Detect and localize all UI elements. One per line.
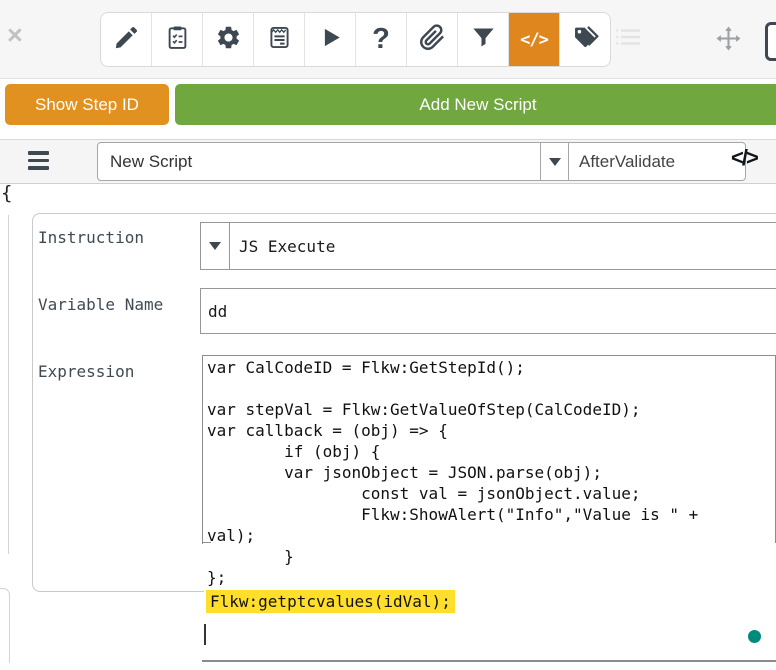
checklist-clipboard-icon [164, 24, 191, 56]
checklist-button[interactable] [152, 13, 203, 66]
tags-icon [572, 24, 599, 56]
variable-name-label: Variable Name [38, 295, 163, 314]
window-icon[interactable] [765, 22, 776, 61]
filter-icon [470, 24, 497, 56]
form-button[interactable] [254, 13, 305, 66]
gear-icon [215, 24, 242, 56]
paperclip-icon [419, 24, 446, 56]
code-view-toggle[interactable]: </> [731, 145, 757, 171]
filter-button[interactable] [458, 13, 509, 66]
expression-code[interactable]: var CalCodeID = Flkw:GetStepId(); var st… [207, 357, 698, 588]
text-cursor [204, 624, 206, 645]
menu-icon[interactable] [28, 151, 49, 174]
list-icon [615, 35, 641, 52]
next-section-border [202, 660, 776, 662]
instruction-label: Instruction [38, 228, 144, 247]
add-new-script-button[interactable]: Add New Script [175, 84, 776, 125]
settings-button[interactable] [203, 13, 254, 66]
help-button[interactable]: ? [356, 13, 407, 66]
show-step-id-button[interactable]: Show Step ID [5, 84, 169, 125]
attachment-button[interactable] [407, 13, 458, 66]
list-handle-button[interactable] [615, 26, 641, 53]
edit-button[interactable] [101, 13, 152, 66]
variable-name-input[interactable] [200, 288, 776, 334]
expression-label: Expression [38, 362, 134, 381]
instruction-value: JS Execute [230, 223, 335, 269]
play-icon [317, 24, 344, 56]
code-icon: </> [520, 30, 548, 50]
highlighted-code-text: Flkw:getptcvalues(idVal); [206, 590, 455, 613]
script-editor-window: × [0, 0, 776, 670]
tree-guide-corner [0, 588, 10, 663]
toolbar-icon-group: ? </> [100, 12, 611, 67]
chevron-down-icon [549, 158, 561, 166]
script-name-control: AfterValidate [97, 142, 746, 181]
instruction-dropdown-button[interactable] [201, 223, 230, 269]
tags-button[interactable] [560, 13, 610, 66]
pencil-icon [113, 24, 140, 56]
run-button[interactable] [305, 13, 356, 66]
instruction-dropdown[interactable]: JS Execute [200, 222, 776, 270]
chevron-down-icon [209, 242, 221, 250]
move-arrows-icon [716, 38, 741, 55]
code-button[interactable]: </> [509, 13, 560, 66]
question-mark-icon: ? [372, 23, 390, 56]
form-document-icon [266, 24, 293, 56]
json-open-brace: { [1, 182, 12, 204]
highlighted-code-line: Flkw:getptcvalues(idVal); [206, 590, 455, 613]
status-dot [748, 630, 761, 643]
move-handle[interactable] [716, 26, 741, 56]
tree-guide-line [8, 215, 9, 554]
event-dropdown-button[interactable] [540, 143, 568, 180]
close-icon[interactable]: × [7, 22, 23, 49]
script-name-input[interactable] [98, 143, 540, 180]
event-dropdown-value[interactable]: AfterValidate [568, 143, 745, 180]
